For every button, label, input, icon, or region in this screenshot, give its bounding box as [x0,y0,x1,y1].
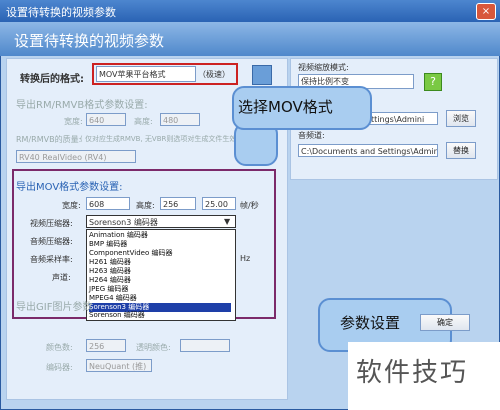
rm-height-label: 高度: [134,117,153,126]
browse-button[interactable]: 浏览 [446,110,476,127]
window-title: 设置待转换的视频参数 [6,6,116,19]
close-button[interactable]: × [476,3,496,20]
gif-section-title: 导出GIF图片参数 [16,302,93,313]
format-label: 转换后的格式: [20,74,84,85]
aspect-label: 视频缩放模式: [298,63,349,72]
list-item[interactable]: Sorenson 编码器 [89,311,145,320]
help-icon[interactable]: ? [424,73,442,91]
sample-rate-unit: Hz [240,254,251,263]
codec-dropdown-list[interactable]: Animation 编码器 BMP 编码器 ComponentVideo 编码器… [86,229,236,321]
list-item[interactable]: ComponentVideo 编码器 [89,249,172,258]
list-item[interactable]: H264 编码器 [89,276,131,285]
gif-encoder-select[interactable]: NeuQuant (推) [86,359,152,372]
video-codec-label: 视频压缩器: [30,219,73,228]
mov-fps-input[interactable]: 25.00 [202,197,236,210]
rm-section-title: 导出RM/RMVB格式参数设置: [16,100,148,111]
audio-path-input[interactable]: C:\Documents and Settings\Admini [298,144,438,157]
list-item[interactable]: JPEG 编码器 [89,285,128,294]
audio-label: 音频道: [298,131,325,140]
rm-codec-select[interactable]: RV40 RealVideo (RV4) [16,150,136,163]
mov-width-label: 宽度: [62,201,81,210]
callout-params-text: 参数设置 [340,314,401,332]
rm-quality-hint: ( 仅对应生成RMVB, 无VBR则选项对生成文件生效 ) [80,135,242,143]
rm-quality-label: RM/RMVB的质量: [16,135,82,144]
settings-path-input[interactable]: ttings\Admini [368,112,438,125]
mov-height-label: 高度: [136,201,155,210]
chevron-down-icon[interactable]: ▼ [224,217,230,226]
gif-encoder-label: 编码器: [46,363,73,372]
gif-color-label: 颜色数: [46,343,73,352]
callout-mov-text: 选择MOV格式 [238,98,333,116]
mov-width-input[interactable]: 608 [86,197,130,210]
sample-rate-label: 音频采样率: [30,255,73,264]
settings-icon[interactable] [252,65,272,85]
watermark-text: 软件技巧 [356,358,469,388]
video-codec-select[interactable]: Sorenson3 编码器 [86,215,236,228]
list-item[interactable]: MPEG4 编码器 [89,294,137,303]
mov-height-input[interactable]: 256 [160,197,196,210]
format-highlight-box [92,63,238,85]
list-item[interactable]: H261 编码器 [89,258,131,267]
mov-fps-unit: 帧/秒 [240,201,259,210]
mov-section-title: 导出MOV格式参数设置: [16,182,123,193]
rm-height-input[interactable]: 480 [160,113,200,126]
header-title: 设置待转换的视频参数 [14,32,165,50]
audio-codec-label: 音频压缩器: [30,237,73,246]
list-item[interactable]: Animation 编码器 [89,231,148,240]
gif-color-select[interactable]: 256 [86,339,126,352]
replace-button[interactable]: 替换 [446,142,476,159]
list-item[interactable]: H263 编码器 [89,267,131,276]
gif-transparent-select[interactable] [180,339,230,352]
gif-transparent-label: 透明颜色: [136,343,171,352]
list-item[interactable]: BMP 编码器 [89,240,127,249]
rm-width-input[interactable]: 640 [86,113,126,126]
channels-label: 声道: [52,273,71,282]
confirm-button[interactable]: 确定 [420,314,470,331]
rm-width-label: 宽度: [64,117,83,126]
